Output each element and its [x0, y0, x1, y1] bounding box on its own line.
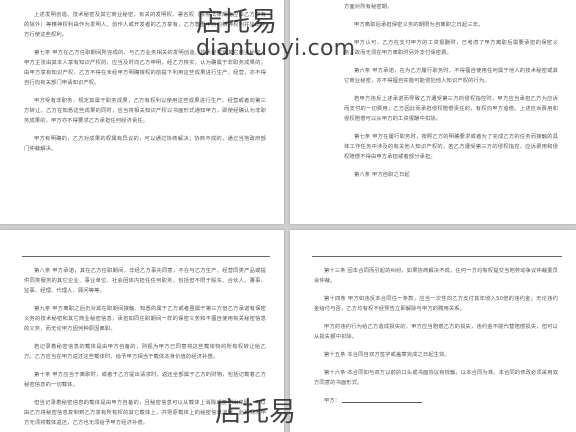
paragraph: 第六条 甲方承诺，在为乙方履行职务时，不得擅自使用任何属于他人的技术秘密或其它商… — [344, 68, 558, 84]
paragraph: 第十六条 本合同如与双方以前的口头或书面协议有抵触，以本合同为准。本合同的修改必… — [314, 370, 558, 386]
watermark-url: diantuoyi.com — [196, 36, 356, 61]
document-page-2: 方面对所有秘密期。 甲方离职后承担保密义务的期限为自离职之日起三年。 甲方认可，… — [290, 0, 576, 224]
paragraph: 甲方的违约行为给乙方造成损失的，甲方应当赔偿乙方的损失，违约金不能代替赔偿损失，… — [314, 324, 558, 340]
paragraph: 第十条 甲方应当于离职时，或者于乙方提出请求时，返还全部属于乙方的财物，包括记载… — [24, 372, 266, 388]
paragraph: 若记录着秘密信息的载体是由甲方自备的，则视为甲方已同意将这些载体物的所有权转让给… — [24, 344, 266, 360]
paragraph: 第十三条 因本合同而引起的纠纷，如果协商解决不成，任何一方均有权提交当地劳动争议… — [314, 268, 558, 284]
paragraph: 第八条 甲方承诺，其在乙方任职期间，非经乙方事先同意，不在与乙方生产、经营同类产… — [24, 268, 266, 294]
document-page-4: 第十三条 因本合同而引起的纠纷，如果协商解决不成，任何一方均有权提交当地劳动争议… — [290, 230, 576, 432]
signature-blank — [342, 402, 423, 403]
watermark-text: 店托易 — [215, 397, 296, 428]
paragraph: 第十四条 甲方如违反本合同任一条款，应当一次性向乙方支付其年收入50倍的违约金；… — [314, 296, 558, 312]
paragraph: 甲方认可，乙方在支付甲方的工资报酬时，已考虑了甲方离职后需要承担的保密义务，故而… — [344, 40, 558, 56]
paragraph: 第七条 甲方在履行职务时，按照乙方的明确要求或者为了完成乙方的任务而接触的具体工… — [344, 134, 558, 160]
header-rule — [22, 256, 270, 257]
paragraph: 方面对所有秘密期。 — [344, 4, 393, 10]
header-rule — [312, 256, 562, 257]
paragraph: 甲方离职后承担保密义务的期限为自离职之日起三年。 — [354, 22, 484, 28]
paragraph: 第十五条 本合同自双方签字或盖章完成之日起生效。 — [324, 352, 450, 358]
paragraph: 第九条 甲方离职之后仍对其在职期间接触、知悉的属于乙方或者虽属于第三方但乙方承诺… — [24, 306, 266, 332]
watermark-text: 店托易 — [196, 7, 277, 38]
paragraph: 若甲方违反上述承诺而导致乙方遭受第三方的侵权指控时，甲方应当承担乙方为应诉而支付… — [344, 96, 558, 122]
paragraph: 甲方受有非职务，规定其属于职务成果，乙方有权利以使用这些成果进行生产、经营或者向… — [24, 98, 266, 124]
paragraph: 第八条 甲方自职之日起 — [354, 172, 410, 178]
page-2-body: 方面对所有秘密期。 甲方离职后承担保密义务的期限为自离职之日起三年。 甲方认可，… — [344, 2, 558, 188]
paragraph: 甲方有明确的，乙方对成果的权属有异议的，可以通过协商解决；协商不成的，通过当地政… — [24, 136, 266, 152]
signature-line: 甲方： — [314, 396, 558, 406]
signature-label: 甲方： — [324, 398, 341, 404]
page-4-body: 第十三条 因本合同而引起的纠纷，如果协商解决不成，任何一方均有权提交当地劳动争议… — [314, 266, 558, 414]
